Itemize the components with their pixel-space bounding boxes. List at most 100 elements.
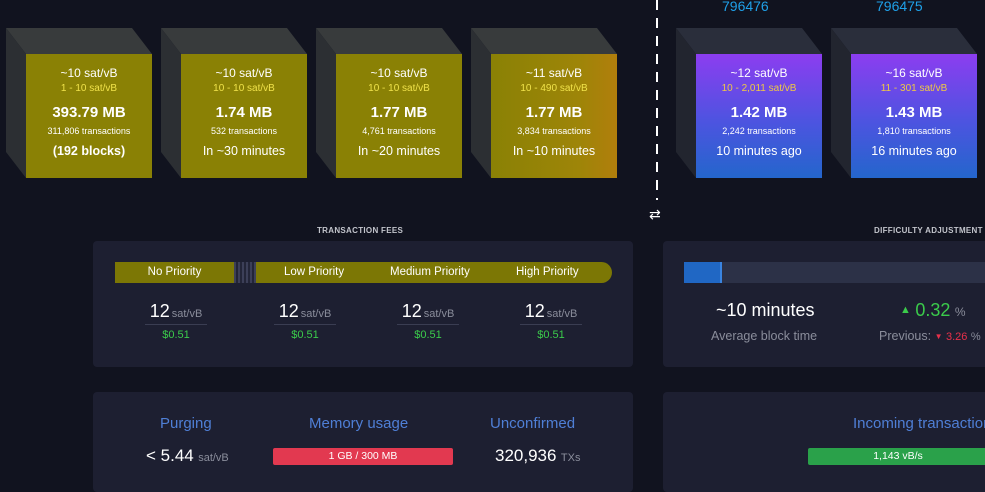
fee-divider xyxy=(145,324,207,325)
block-time-ago: 10 minutes ago xyxy=(716,144,802,158)
fee-no-priority: 12 sat/vB $0.51 xyxy=(131,300,221,341)
purging-unit: sat/vB xyxy=(198,452,229,464)
swap-arrows-icon[interactable]: ⇄ xyxy=(649,206,661,223)
block-side-face xyxy=(676,28,696,178)
memory-usage-bar: 1 GB / 300 MB xyxy=(273,448,453,465)
low-priority-label: Low Priority xyxy=(284,266,345,278)
fee-divider xyxy=(397,324,459,325)
fee-divider xyxy=(520,324,582,325)
average-block-time-label: Average block time xyxy=(711,329,818,343)
block-fee-average: ~10 sat/vB xyxy=(215,66,273,80)
high-priority-label: High Priority xyxy=(516,266,579,278)
block-size: 1.77 MB xyxy=(370,104,428,121)
block-size: 1.74 MB xyxy=(215,104,273,121)
block-eta: (192 blocks) xyxy=(52,144,126,158)
incoming-transactions-title: Incoming transactions xyxy=(853,415,985,432)
block-side-face xyxy=(161,28,181,178)
mempool-blockchain-divider xyxy=(656,0,658,200)
fee-unit: sat/vB xyxy=(300,308,332,320)
fee-usd: $0.51 xyxy=(162,329,190,341)
block-eta: In ~30 minutes xyxy=(202,144,286,158)
fee-value: 12 xyxy=(149,301,170,321)
block-fee-range: 10 - 10 sat/vB xyxy=(368,83,430,94)
block-fee-average: ~10 sat/vB xyxy=(60,66,118,80)
block-fee-average: ~16 sat/vB xyxy=(885,66,943,80)
previous-adjustment: Previous: ▼ 3.26 % xyxy=(879,329,981,343)
purging-title: Purging xyxy=(160,415,212,432)
block-transactions: 532 transactions xyxy=(210,126,278,136)
incoming-transactions-bar: 1,143 vB/s xyxy=(808,448,985,465)
block-fee-range: 1 - 10 sat/vB xyxy=(60,83,118,94)
block-top-face xyxy=(161,28,307,54)
incoming-transactions-card xyxy=(663,392,985,492)
block-size: 1.77 MB xyxy=(525,104,583,121)
unconfirmed-stat: 320,936 TXs xyxy=(495,446,580,466)
difficulty-change: ▲ 0.32 % xyxy=(900,300,966,321)
block-fee-range: 10 - 2,011 sat/vB xyxy=(721,83,797,94)
block-side-face xyxy=(316,28,336,178)
block-side-face xyxy=(831,28,851,178)
previous-label: Previous: xyxy=(879,329,932,343)
block-size: 1.42 MB xyxy=(730,104,788,121)
fee-unit: sat/vB xyxy=(546,308,578,320)
block-front-face: ~12 sat/vB 10 - 2,011 sat/vB 1.42 MB 2,2… xyxy=(696,54,822,178)
fee-unit: sat/vB xyxy=(423,308,455,320)
fee-medium-priority: 12 sat/vB $0.51 xyxy=(383,300,473,341)
block-size: 393.79 MB xyxy=(52,104,126,121)
fee-high-priority: 12 sat/vB $0.51 xyxy=(506,300,596,341)
unconfirmed-title: Unconfirmed xyxy=(490,415,576,432)
block-top-face xyxy=(676,28,822,54)
block-top-face xyxy=(831,28,977,54)
mempool-block-4[interactable]: ~11 sat/vB 10 - 490 sat/vB 1.77 MB 3,834… xyxy=(471,28,617,178)
block-fee-average: ~10 sat/vB xyxy=(370,66,428,80)
difficulty-progress-bar xyxy=(684,262,985,283)
block-transactions: 2,242 transactions xyxy=(722,126,796,136)
transaction-fees-title: TRANSACTION FEES xyxy=(317,226,404,235)
mempool-block-3[interactable]: ~10 sat/vB 10 - 10 sat/vB 1.77 MB 4,761 … xyxy=(316,28,462,178)
memory-usage-title: Memory usage xyxy=(309,415,409,432)
block-side-face xyxy=(471,28,491,178)
block-front-face: ~16 sat/vB 11 - 301 sat/vB 1.43 MB 1,810… xyxy=(851,54,977,178)
block-top-face xyxy=(316,28,462,54)
difficulty-change-unit: % xyxy=(954,305,966,319)
block-transactions: 4,761 transactions xyxy=(362,126,436,136)
block-height-link[interactable]: 796475 xyxy=(876,0,923,14)
block-time-ago: 16 minutes ago xyxy=(871,144,957,158)
block-eta: In ~20 minutes xyxy=(357,144,441,158)
mempool-stats-card xyxy=(93,392,633,492)
difficulty-progress-fill xyxy=(684,262,720,283)
block-fee-average: ~12 sat/vB xyxy=(730,66,788,80)
fee-usd: $0.51 xyxy=(537,329,565,341)
mined-block-796475[interactable]: ~16 sat/vB 11 - 301 sat/vB 1.43 MB 1,810… xyxy=(831,28,977,178)
fee-priority-bar: No Priority Low Priority Medium Priority… xyxy=(115,262,612,283)
average-block-time: ~10 minutes xyxy=(716,300,815,320)
triangle-down-icon: ▼ xyxy=(934,332,943,341)
unconfirmed-unit: TXs xyxy=(560,452,581,464)
block-height-link[interactable]: 796476 xyxy=(722,0,769,14)
unconfirmed-value: 320,936 xyxy=(495,446,557,465)
difficulty-progress-marker xyxy=(720,262,722,283)
block-size: 1.43 MB xyxy=(885,104,943,121)
block-fee-range: 10 - 10 sat/vB xyxy=(213,83,275,94)
difficulty-change-value: 0.32 xyxy=(915,300,951,320)
block-fee-range: 10 - 490 sat/vB xyxy=(520,83,588,94)
block-top-face xyxy=(471,28,617,54)
no-priority-segment: No Priority xyxy=(115,262,234,283)
block-front-face: ~10 sat/vB 10 - 10 sat/vB 1.74 MB 532 tr… xyxy=(181,54,307,178)
fee-unit: sat/vB xyxy=(171,308,203,320)
fee-bar-gap xyxy=(234,262,256,283)
mempool-block-2[interactable]: ~10 sat/vB 10 - 10 sat/vB 1.74 MB 532 tr… xyxy=(161,28,307,178)
mined-block-796476[interactable]: ~12 sat/vB 10 - 2,011 sat/vB 1.42 MB 2,2… xyxy=(676,28,822,178)
purging-stat: < 5.44 sat/vB xyxy=(146,446,229,466)
block-transactions: 3,834 transactions xyxy=(517,126,591,136)
fee-value: 12 xyxy=(278,301,299,321)
fee-value: 12 xyxy=(401,301,422,321)
previous-value: 3.26 xyxy=(946,331,968,343)
block-front-face: ~10 sat/vB 1 - 10 sat/vB 393.79 MB 311,8… xyxy=(26,54,152,178)
mempool-block-1[interactable]: ~10 sat/vB 1 - 10 sat/vB 393.79 MB 311,8… xyxy=(6,28,152,178)
block-transactions: 1,810 transactions xyxy=(877,126,951,136)
block-eta: In ~10 minutes xyxy=(512,144,596,158)
fee-usd: $0.51 xyxy=(414,329,442,341)
triangle-up-icon: ▲ xyxy=(900,304,911,316)
difficulty-adjustment-title: DIFFICULTY ADJUSTMENT xyxy=(874,226,983,235)
